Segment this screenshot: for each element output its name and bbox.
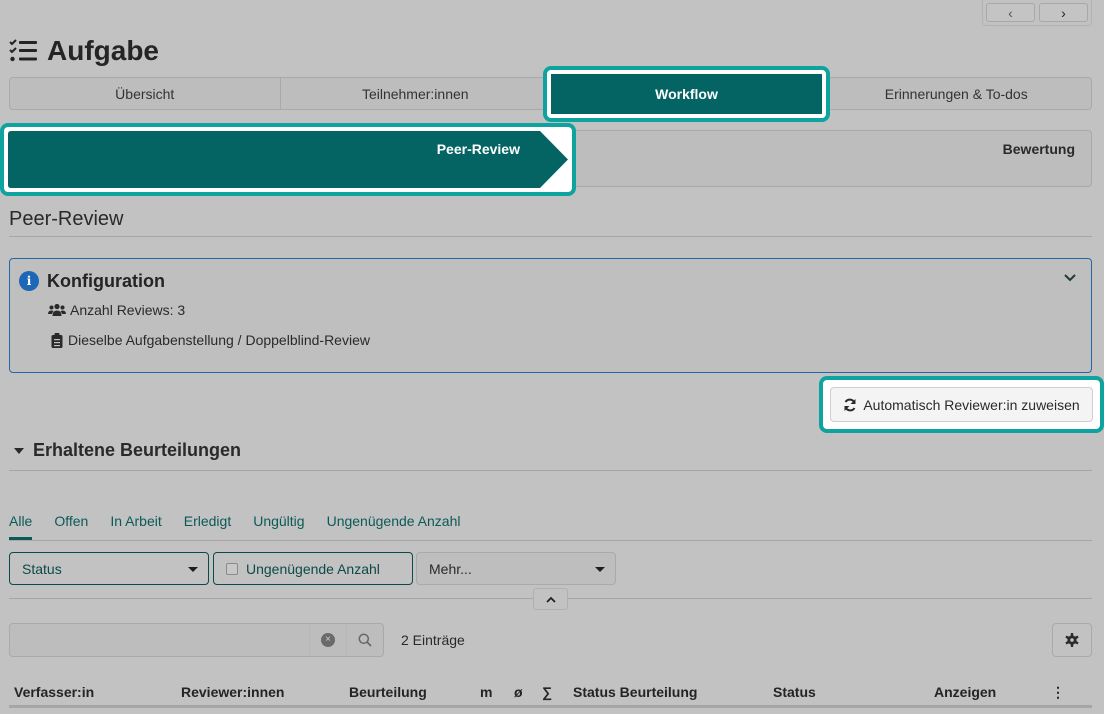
more-filters-label: Mehr... [429,560,472,577]
config-assignment-text: Dieselbe Aufgabenstellung / Doppelblind-… [68,332,370,348]
tab-overview[interactable]: Übersicht [10,78,281,109]
caret-down-icon [595,567,605,572]
table-header: Verfasser:in Reviewer:innen Beurteilung … [9,680,1092,708]
page-title-text: Aufgabe [47,35,159,66]
config-row-assignment: Dieselbe Aufgabenstellung / Doppelblind-… [50,332,370,348]
column-assessment[interactable]: Beurteilung [349,684,427,700]
config-row-reviews: Anzahl Reviews: 3 [48,302,185,318]
chevron-right-icon: › [1061,4,1066,21]
divider [9,236,1092,237]
search-input[interactable] [10,624,309,656]
status-filter-dropdown[interactable]: Status [9,552,209,585]
column-menu-icon[interactable]: ⋮ [1051,684,1065,701]
table-settings-button[interactable] [1052,623,1092,657]
insufficient-filter-label: Ungenügende Anzahl [246,560,380,577]
next-button[interactable]: › [1039,3,1088,22]
chevron-down-icon[interactable] [1063,271,1077,283]
clipboard-icon [51,332,63,348]
column-sum[interactable]: ∑ [542,684,552,700]
page-title: Aufgabe [9,32,159,70]
users-icon [48,303,66,316]
info-icon: i [19,271,39,291]
refresh-icon [844,398,856,411]
column-show[interactable]: Anzeigen [934,684,996,700]
column-average[interactable]: ø [514,684,523,700]
step-peer-review[interactable]: Peer-Review [8,131,568,188]
tab-reminders[interactable]: Erinnerungen & To-dos [822,78,1092,109]
search-icon [358,633,372,647]
step-peer-review-highlight: Peer-Review [0,123,576,196]
column-status[interactable]: Status [773,684,816,700]
auto-assign-label: Automatisch Reviewer:in zuweisen [863,396,1080,413]
config-reviews-text: Anzahl Reviews: 3 [70,302,186,318]
column-author[interactable]: Verfasser:in [14,684,94,700]
chevron-up-icon [545,596,556,603]
step-bewertung[interactable]: Bewertung [1003,141,1075,157]
column-reviewers[interactable]: Reviewer:innen [181,684,284,700]
search-button[interactable] [346,624,383,656]
chevron-left-icon: ‹ [1008,4,1013,21]
previous-button[interactable]: ‹ [986,3,1035,22]
received-reviews-title: Erhaltene Beurteilungen [33,440,242,460]
configuration-title: Konfiguration [47,271,165,291]
gear-icon [1065,633,1079,647]
filter-tab-invalid[interactable]: Ungültig [253,510,304,540]
divider [9,540,1092,541]
step-arrow-shape [8,131,568,188]
auto-assign-reviewer-button[interactable]: Automatisch Reviewer:in zuweisen [830,387,1093,422]
filter-tab-all[interactable]: Alle [9,510,33,540]
configuration-panel: i Konfiguration Anzahl Reviews: 3 Diesel… [9,258,1092,373]
tab-workflow-highlight: Workflow [543,66,830,122]
filter-tab-in-progress[interactable]: In Arbeit [110,510,161,540]
clear-search-button[interactable]: × [309,624,346,656]
tasks-list-icon [9,39,37,62]
clear-icon: × [321,633,335,647]
caret-down-icon [14,447,24,454]
filter-tab-open[interactable]: Offen [54,510,88,540]
record-pager: ‹ › [982,0,1092,26]
assign-button-highlight: Automatisch Reviewer:in zuweisen [819,376,1104,433]
column-m[interactable]: m [480,684,492,700]
caret-down-icon [188,567,198,572]
step-peer-review-label: Peer-Review [436,141,520,157]
filter-tab-done[interactable]: Erledigt [184,510,231,540]
insufficient-count-filter[interactable]: Ungenügende Anzahl [213,552,413,585]
status-filter-label: Status [22,560,62,577]
filter-tab-insufficient[interactable]: Ungenügende Anzahl [327,510,461,540]
tab-participants[interactable]: Teilnehmer:innen [281,78,551,109]
section-title: Peer-Review [9,208,124,230]
received-reviews-toggle[interactable]: Erhaltene Beurteilungen [13,440,241,461]
tab-workflow[interactable]: Workflow [551,74,822,114]
insufficient-checkbox[interactable] [226,562,238,575]
collapse-filters-button[interactable] [533,588,568,610]
entries-count: 2 Einträge [401,632,465,648]
divider [9,470,1092,471]
filter-tabs: Alle Offen In Arbeit Erledigt Ungültig U… [9,510,482,540]
column-assessment-status[interactable]: Status Beurteilung [573,684,697,700]
more-filters-dropdown[interactable]: Mehr... [416,552,616,585]
search-field: × [9,623,384,657]
